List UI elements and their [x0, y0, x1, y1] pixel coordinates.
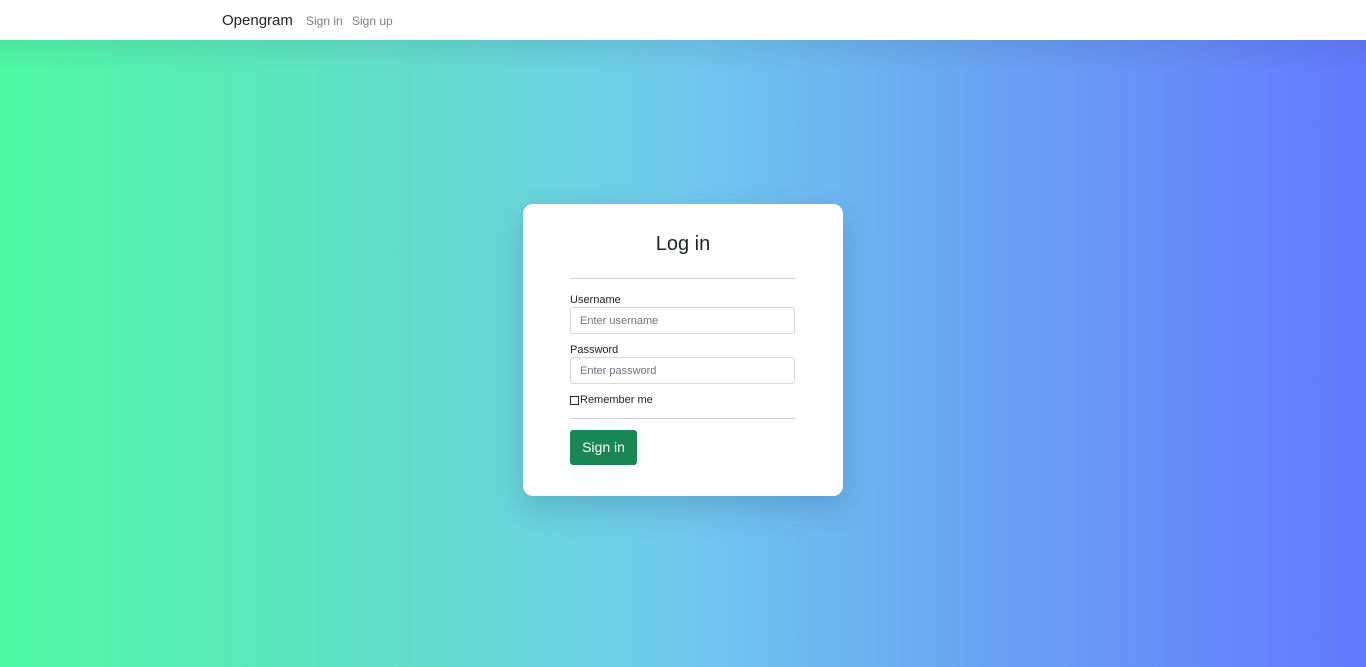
brand-link[interactable]: Opengram: [222, 12, 293, 30]
form-divider: [570, 418, 795, 419]
top-navbar: Opengram Sign in Sign up: [0, 0, 1366, 40]
username-input[interactable]: [570, 307, 795, 334]
remember-me-row[interactable]: Remember me: [570, 394, 653, 407]
nav-sign-in-link[interactable]: Sign in: [306, 14, 343, 28]
remember-me-checkbox[interactable]: [570, 396, 579, 405]
nav-sign-up-link[interactable]: Sign up: [352, 14, 393, 28]
sign-in-button[interactable]: Sign in: [570, 430, 637, 465]
username-label: Username: [570, 294, 621, 306]
login-title: Log in: [655, 233, 711, 255]
navbar-shadow: [0, 40, 1366, 70]
remember-me-label[interactable]: Remember me: [580, 394, 653, 407]
title-divider: [570, 278, 795, 279]
password-input[interactable]: [570, 357, 795, 384]
password-label: Password: [570, 344, 619, 356]
login-card: Log in Username Password Remember me Sig…: [523, 204, 843, 496]
